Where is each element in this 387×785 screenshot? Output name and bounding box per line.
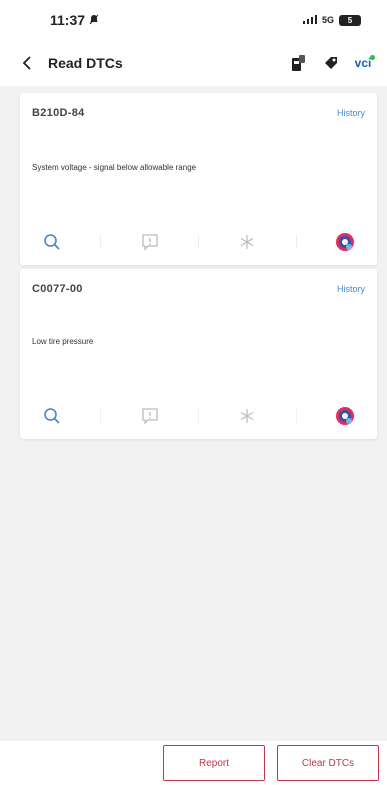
info-icon: [141, 234, 158, 251]
action-divider: [100, 409, 102, 423]
history-link[interactable]: History: [337, 108, 365, 118]
dtc-description: System voltage - signal below allowable …: [32, 163, 197, 172]
battery-icon: 5: [339, 14, 361, 26]
report-button[interactable]: Report: [163, 745, 265, 781]
tag-icon: [325, 57, 337, 69]
status-time-group: 11:37: [50, 12, 99, 28]
silent-bell-icon: [89, 12, 99, 28]
dtc-list: B210D-84 History System voltage - signal…: [0, 86, 387, 741]
search-icon: [43, 234, 60, 250]
info-button[interactable]: [135, 227, 165, 257]
dtc-code: C0077-00: [32, 283, 83, 295]
header-left: Read DTCs: [16, 52, 123, 74]
vci-label: vci: [354, 55, 375, 70]
info-button[interactable]: [135, 401, 165, 431]
dtc-card-header: C0077-00 History: [20, 269, 377, 295]
dtc-card: B210D-84 History System voltage - signal…: [20, 93, 377, 265]
header-actions: vci: [289, 53, 375, 73]
tag-button[interactable]: [321, 53, 341, 73]
ai-assistant-icon: [336, 407, 355, 425]
action-divider: [197, 409, 199, 423]
freeze-frame-button[interactable]: [232, 227, 262, 257]
page-title: Read DTCs: [48, 55, 123, 71]
freeze-frame-icon: [241, 235, 254, 249]
action-divider: [295, 409, 297, 423]
footer-bar: Report Clear DTCs: [0, 741, 387, 785]
header-bar: Read DTCs vci: [0, 40, 387, 86]
search-button[interactable]: [37, 227, 67, 257]
device-button[interactable]: [289, 53, 309, 73]
back-arrow-icon: [22, 56, 31, 70]
ai-assistant-icon: [336, 233, 355, 251]
ai-assistant-button[interactable]: [330, 227, 360, 257]
dtc-card: C0077-00 History Low tire pressure: [20, 269, 377, 439]
search-icon: [43, 408, 60, 424]
status-time: 11:37: [50, 12, 86, 28]
dtc-card-header: B210D-84 History: [20, 93, 377, 119]
info-icon: [141, 408, 158, 425]
status-indicators: 5G 5: [302, 14, 361, 26]
freeze-frame-button[interactable]: [232, 401, 262, 431]
dtc-description: Low tire pressure: [32, 337, 94, 346]
action-divider: [295, 235, 297, 249]
dtc-actions: [20, 227, 377, 257]
clear-dtcs-button[interactable]: Clear DTCs: [277, 745, 379, 781]
vci-status-button[interactable]: vci: [353, 53, 375, 73]
action-divider: [197, 235, 199, 249]
search-button[interactable]: [37, 401, 67, 431]
history-link[interactable]: History: [337, 284, 365, 294]
device-icon: [292, 55, 305, 71]
battery-level: 5: [347, 15, 353, 25]
network-type: 5G: [321, 15, 334, 25]
action-divider: [100, 235, 102, 249]
status-bar: 11:37 5G 5: [0, 0, 387, 40]
back-button[interactable]: [16, 52, 38, 74]
ai-assistant-button[interactable]: [330, 401, 360, 431]
signal-icon: [302, 14, 317, 26]
dtc-code: B210D-84: [32, 107, 85, 119]
dtc-actions: [20, 401, 377, 431]
freeze-frame-icon: [241, 409, 254, 423]
